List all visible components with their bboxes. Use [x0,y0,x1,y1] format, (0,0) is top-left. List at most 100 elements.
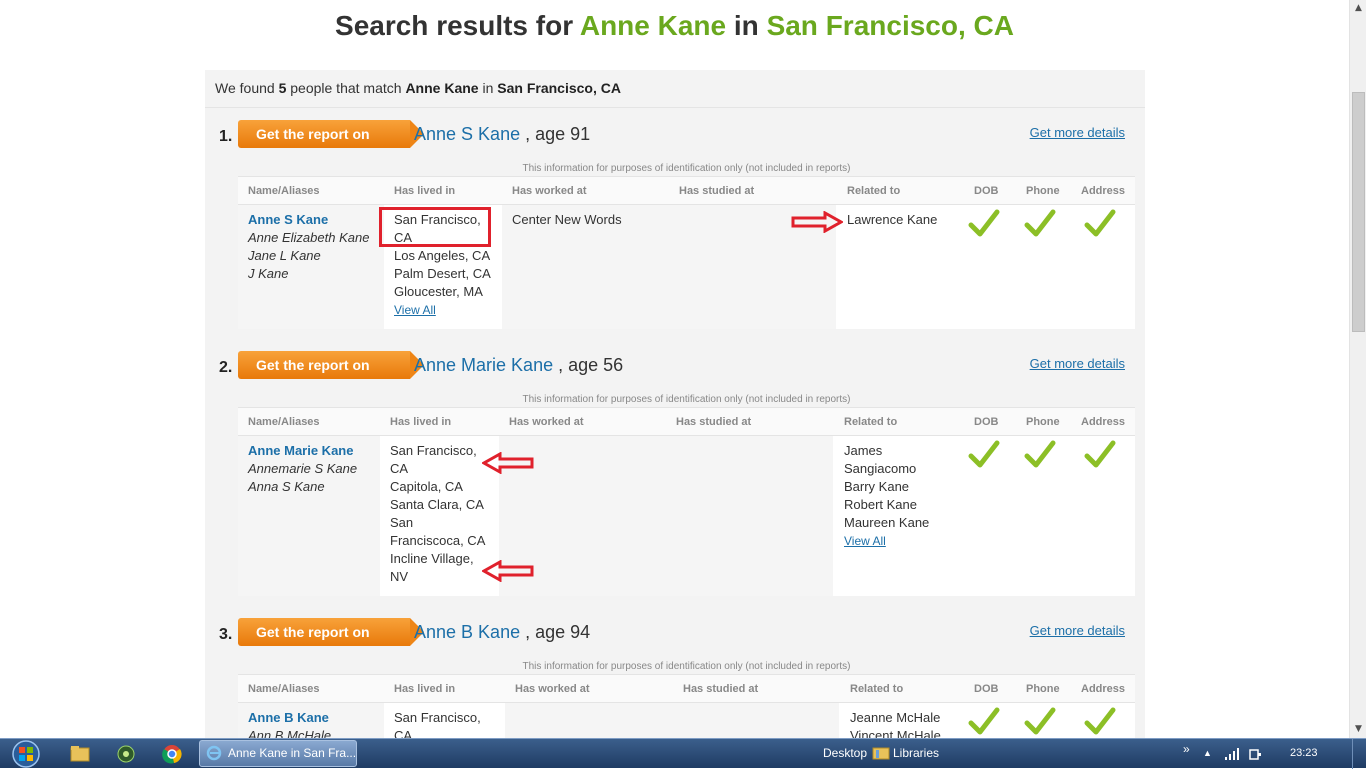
annotation-arrow-icon [482,560,534,582]
col-related: Related to [850,683,904,695]
table-header: Name/Aliases Has lived in Has worked at … [238,675,1135,703]
title-mid: in [726,10,767,41]
primary-name-link[interactable]: Anne Marie Kane [248,442,357,460]
alias: Annemarie S Kane [248,461,358,476]
media-player-icon[interactable] [114,743,138,765]
result-name-link[interactable]: Anne Marie Kane [414,355,553,375]
dob-check-icon [968,707,1000,735]
place: Capitola, CA [390,479,463,494]
get-more-details-link[interactable]: Get more details [1030,356,1125,371]
result-table: Name/Aliases Has lived in Has worked at … [238,674,1135,738]
worked-at-cell: Center New Words [512,211,622,229]
place: Santa Clara, CA [390,497,484,512]
result-person-name[interactable]: Anne Marie Kane , age 56 [414,355,623,376]
result-person-name[interactable]: Anne B Kane , age 94 [414,622,590,643]
scroll-up-icon[interactable]: ▲ [1350,0,1366,17]
summary-pre: We found [215,80,279,96]
dob-check-icon [968,440,1000,468]
alias: Anne Elizabeth Kane [248,230,370,245]
results-panel: We found 5 people that match Anne Kane i… [205,70,1145,738]
page-title: Search results for Anne Kane in San Fran… [0,10,1349,42]
result-age: , age 94 [520,622,591,642]
col-studied: Has studied at [676,416,752,428]
vertical-scrollbar[interactable]: ▲ ▼ [1349,0,1366,738]
phone-check-icon [1024,209,1056,237]
dob-check-icon [968,209,1000,237]
chrome-icon[interactable] [160,743,184,765]
primary-name-link[interactable]: Anne B Kane [248,709,331,727]
alias: Ann B McHale [248,728,332,738]
taskbar-task-label: Anne Kane in San Fra... [228,746,357,760]
get-report-button[interactable]: Get the report on [238,618,424,646]
place: San Francisco, [390,443,477,458]
relative: Maureen Kane [844,515,930,530]
table-row: Anne S Kane Anne Elizabeth Kane Jane L K… [238,205,1135,329]
alias: Anna S Kane [248,479,325,494]
lived-in-cell: San Francisco, CA [394,709,481,738]
get-report-button[interactable]: Get the report on [238,120,424,148]
result-number: 3. [219,626,233,643]
summary-mid2: in [478,80,498,96]
result-card: 1. Get the report on Anne S Kane , age 9… [205,120,1145,330]
system-clock[interactable]: 23:23 [1290,747,1318,759]
result-number: 2. [219,359,233,376]
taskbar-ie-window[interactable]: Anne Kane in San Fra... [199,740,357,767]
col-phone: Phone [1026,683,1060,695]
power-plug-icon[interactable] [1248,747,1262,761]
address-check-icon [1084,707,1116,735]
get-more-details-link[interactable]: Get more details [1030,125,1125,140]
view-all-link[interactable]: View All [844,534,886,548]
col-related: Related to [844,416,898,428]
table-header: Name/Aliases Has lived in Has worked at … [238,408,1135,436]
primary-name-link[interactable]: Anne S Kane [248,211,369,229]
related-to-cell: James Sangiacomo Barry Kane Robert Kane … [844,442,929,550]
get-report-button[interactable]: Get the report on [238,351,424,379]
place: Franciscoca, CA [390,533,486,548]
summary-location: San Francisco, CA [497,80,621,96]
explorer-folder-icon[interactable] [68,743,92,765]
desktop-toolbar-label[interactable]: Desktop [823,746,867,760]
view-all-link[interactable]: View All [394,303,436,317]
network-signal-icon[interactable] [1224,747,1240,761]
result-person-name[interactable]: Anne S Kane , age 91 [414,124,590,145]
col-lived: Has lived in [390,416,452,428]
place: Incline Village, [390,551,474,566]
related-to-cell: Lawrence Kane [847,211,937,229]
result-name-link[interactable]: Anne S Kane [414,124,520,144]
start-button-icon[interactable] [4,739,46,769]
col-worked: Has worked at [515,683,590,695]
place: NV [390,569,409,584]
identification-notice: This information for purposes of identif… [522,394,851,405]
highlight-box [379,207,491,247]
toolbar-overflow-icon[interactable]: » [1183,742,1190,756]
col-worked: Has worked at [509,416,584,428]
result-card: 2. Get the report on Anne Marie Kane , a… [205,351,1145,601]
result-age: , age 56 [553,355,624,375]
relative: Barry Kane [844,479,910,494]
annotation-arrow-icon [791,211,843,233]
tray-expand-icon[interactable]: ▲ [1203,748,1212,758]
relative: Jeanne McHale [850,710,941,725]
alias: Jane L Kane [248,248,321,263]
table-row: Anne Marie Kane Annemarie S Kane Anna S … [238,436,1135,596]
col-lived: Has lived in [394,683,456,695]
place: CA [390,461,409,476]
related-to-cell: Jeanne McHale Vincent McHale [850,709,941,738]
result-table: Name/Aliases Has lived in Has worked at … [238,407,1135,596]
col-address: Address [1081,416,1126,428]
employer: Center New Words [512,212,622,227]
get-more-details-link[interactable]: Get more details [1030,623,1125,638]
summary-mid1: people that match [286,80,406,96]
title-name: Anne Kane [579,10,727,41]
result-name-link[interactable]: Anne B Kane [414,622,520,642]
name-aliases-cell: Anne S Kane Anne Elizabeth Kane Jane L K… [248,211,369,283]
libraries-icon [872,747,890,760]
show-desktop-button[interactable] [1352,739,1366,769]
col-worked: Has worked at [512,185,587,197]
name-aliases-cell: Anne B Kane Ann B McHale [248,709,331,738]
scroll-down-icon[interactable]: ▼ [1350,721,1366,738]
libraries-toolbar-label[interactable]: Libraries [893,746,939,760]
col-shade [667,436,833,596]
title-prefix: Search results for [335,10,580,41]
scroll-thumb[interactable] [1352,92,1365,332]
